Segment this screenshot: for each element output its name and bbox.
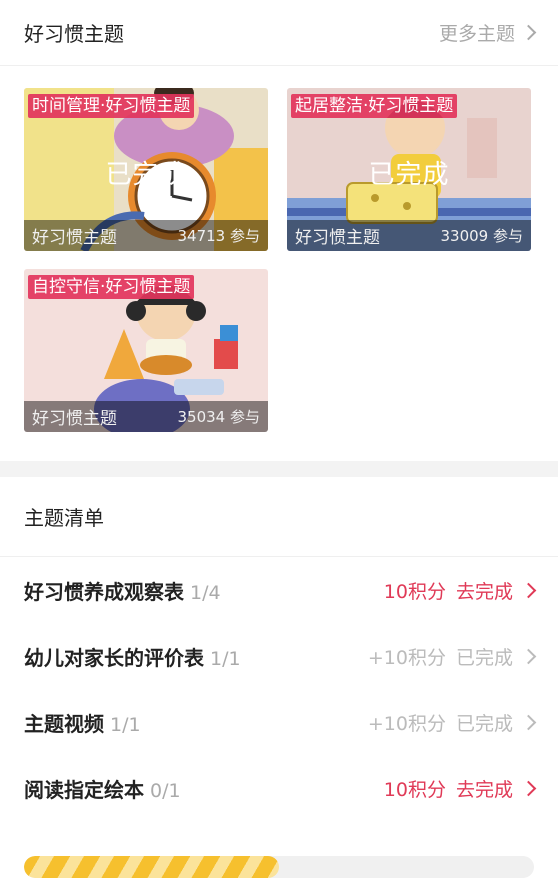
- card-tag: 自控守信·好习惯主题: [28, 275, 195, 299]
- card-title: 好习惯主题: [32, 228, 117, 248]
- task-action-label: 已完成: [455, 712, 513, 735]
- theme-progress-bar: [24, 856, 534, 878]
- task-progress: 1/1: [210, 647, 241, 670]
- card-participant-count: 34713 参与: [177, 227, 261, 245]
- task-row-theme-video[interactable]: 主题视频 1/1 +10积分 已完成: [0, 689, 558, 755]
- task-action-label: 去完成: [455, 778, 513, 801]
- card-status: 已完成: [105, 160, 187, 190]
- theme-card-tidy-living[interactable]: 起居整洁·好习惯主题 已完成 好习惯主题 33009 参与: [287, 88, 531, 251]
- task-action[interactable]: 10积分 去完成: [383, 577, 537, 604]
- task-row-parent-evaluation[interactable]: 幼儿对家长的评价表 1/1 +10积分 已完成: [0, 623, 558, 689]
- task-list-title: 主题清单: [0, 477, 558, 557]
- section-header: 好习惯主题 更多主题: [0, 0, 558, 66]
- habit-theme-section: 好习惯主题 更多主题 时间管理·好习惯主题 已完成 好习惯主题 34713 参与…: [0, 0, 558, 461]
- card-title: 好习惯主题: [295, 228, 380, 248]
- card-title: 好习惯主题: [32, 409, 117, 429]
- task-progress: 1/1: [110, 713, 141, 736]
- task-row-read-picture-book[interactable]: 阅读指定绘本 0/1 10积分 去完成: [0, 755, 558, 821]
- card-tag: 时间管理·好习惯主题: [28, 94, 195, 118]
- task-progress: 1/4: [190, 581, 221, 604]
- task-points: 10积分: [383, 778, 446, 801]
- card-footer: 好习惯主题 34713 参与: [24, 220, 268, 251]
- chevron-right-icon: [520, 648, 537, 664]
- task-name: 阅读指定绘本: [24, 777, 144, 802]
- more-themes-link[interactable]: 更多主题: [438, 19, 537, 46]
- task-progress: 0/1: [150, 779, 181, 802]
- task-action[interactable]: 10积分 去完成: [383, 775, 537, 802]
- card-footer: 好习惯主题 33009 参与: [287, 220, 531, 251]
- theme-card-time-management[interactable]: 时间管理·好习惯主题 已完成 好习惯主题 34713 参与: [24, 88, 268, 251]
- task-action[interactable]: +10积分 已完成: [367, 643, 537, 670]
- chevron-right-icon: [520, 714, 537, 730]
- chevron-right-icon: [520, 24, 537, 41]
- task-action-label: 去完成: [455, 580, 513, 603]
- theme-task-list: 主题清单 好习惯养成观察表 1/4 10积分 去完成 幼儿对家长的评价表 1/1 +1…: [0, 477, 558, 821]
- task-name: 主题视频: [24, 711, 104, 736]
- card-participant-count: 35034 参与: [177, 408, 261, 426]
- card-participant-count: 33009 参与: [440, 227, 524, 245]
- chevron-right-icon: [520, 780, 537, 796]
- section-title: 好习惯主题: [24, 22, 124, 46]
- task-action-label: 已完成: [455, 646, 513, 669]
- task-row-observation-form[interactable]: 好习惯养成观察表 1/4 10积分 去完成: [0, 557, 558, 623]
- card-status: 已完成: [368, 160, 450, 190]
- card-tag: 起居整洁·好习惯主题: [291, 94, 458, 118]
- card-footer: 好习惯主题 35034 参与: [24, 401, 268, 432]
- progress-fill: [24, 856, 279, 878]
- chevron-right-icon: [520, 582, 537, 598]
- theme-card-grid: 时间管理·好习惯主题 已完成 好习惯主题 34713 参与 起居整洁·好习惯主题…: [0, 66, 558, 461]
- task-action[interactable]: +10积分 已完成: [367, 709, 537, 736]
- task-name: 好习惯养成观察表: [24, 579, 184, 604]
- more-themes-label: 更多主题: [438, 23, 515, 45]
- task-name: 幼儿对家长的评价表: [24, 645, 204, 670]
- task-points: 10积分: [383, 580, 446, 603]
- theme-card-self-control[interactable]: 自控守信·好习惯主题 好习惯主题 35034 参与: [24, 269, 268, 432]
- section-divider: [0, 461, 558, 477]
- task-points: +10积分: [367, 646, 446, 669]
- task-points: +10积分: [367, 712, 446, 735]
